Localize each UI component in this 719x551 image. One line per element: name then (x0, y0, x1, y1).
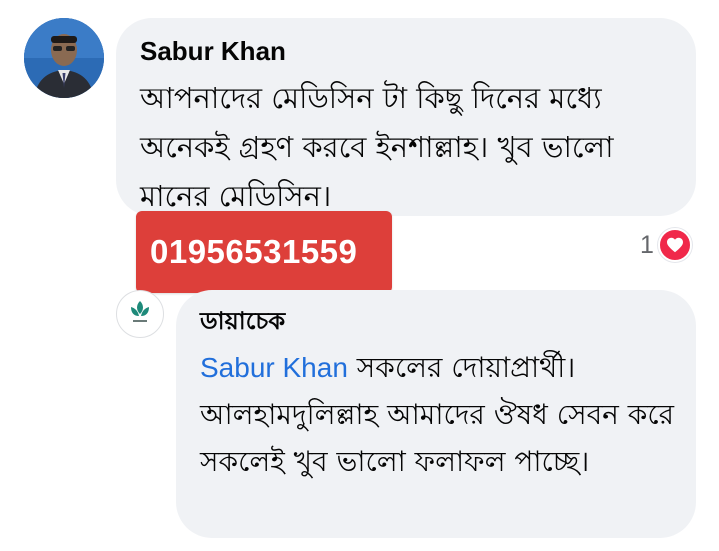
reaction-count: 1 (640, 231, 654, 259)
mention-link[interactable]: Sabur Khan (200, 352, 348, 383)
reply-bubble: ডায়াচেক Sabur Khan সকলের দোয়াপ্রার্থী।… (176, 290, 696, 538)
reply-text: Sabur Khan সকলের দোয়াপ্রার্থী। আলহামদুল… (200, 344, 680, 485)
phone-number-text: 01956531559 (150, 233, 358, 270)
phone-number-badge: 01956531559 (136, 211, 392, 293)
page-avatar[interactable] (116, 290, 164, 338)
reaction-summary[interactable]: 1 (640, 228, 692, 262)
profile-photo (24, 18, 104, 98)
commenter-avatar[interactable] (24, 18, 104, 98)
comment-bubble: Sabur Khan আপনাদের মেডিসিন টা কিছু দিনের… (116, 18, 696, 216)
comment-author[interactable]: Sabur Khan (140, 34, 286, 68)
page-logo-icon (118, 292, 162, 336)
heart-icon (657, 228, 692, 262)
reply-author[interactable]: ডায়াচেক (200, 304, 285, 338)
comment-text: আপনাদের মেডিসিন টা কিছু দিনের মধ্যে অনেক… (140, 81, 614, 213)
